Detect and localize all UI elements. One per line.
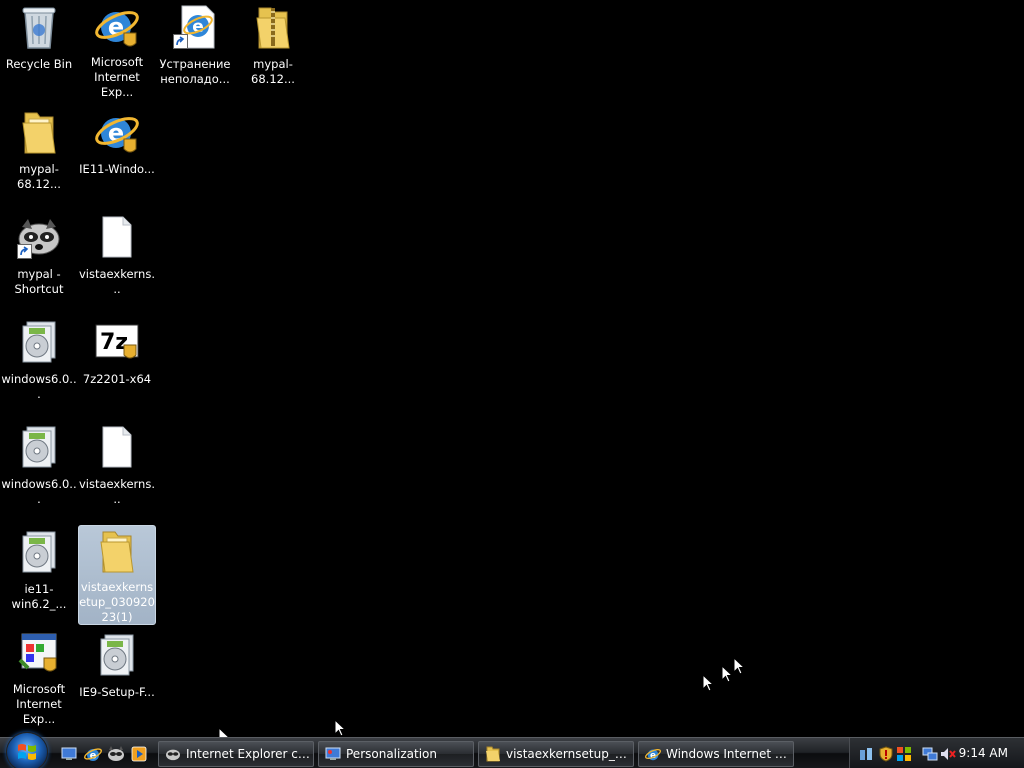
icon-label: mypal-68.12... [17,162,61,191]
volume-muted-icon[interactable] [940,746,956,762]
zip-folder-icon [249,3,297,51]
desktop-icon-ie11-win62[interactable]: ie11-win6.2_... [0,525,78,625]
ie-document-icon: e [171,3,219,51]
taskbar: e Internet Explorer с п... Personalizati… [0,732,1024,768]
icon-label: vistaexkerns... [78,477,155,506]
desktop-icon-recycle-bin[interactable]: Recycle Bin [0,0,78,100]
start-button[interactable] [6,732,48,768]
shortcut-arrow-icon [17,244,32,259]
icon-label: IE9-Setup-F... [79,685,155,699]
icon-label: Recycle Bin [5,57,73,71]
folder-icon [485,746,501,762]
quick-launch-mypal[interactable] [107,745,125,763]
blank-file-icon [93,423,141,471]
mouse-cursor-icon [733,657,745,675]
installer-package-icon [15,423,63,471]
media-player-icon [131,746,147,762]
icon-label: Microsoft Internet Exp... [12,682,66,726]
clock[interactable]: 9:14 AM [959,746,1008,760]
7zip-icon: 7z [93,318,141,366]
icon-label: vistaexkerns... [78,267,155,296]
shortcut-arrow-icon [173,34,188,49]
desktop-icon-ie11-windows[interactable]: e IE11-Windo... [78,105,156,205]
taskbar-button-label: Personalization [346,747,437,761]
taskbar-button-personalization[interactable]: Personalization [318,741,474,767]
desktop-icon-7zip[interactable]: 7z 7z2201-x64 [78,315,156,415]
taskbar-button-internet-explorer-mypal[interactable]: Internet Explorer с п... [158,741,314,767]
setup-window-icon [15,631,63,676]
desktop-icon-mypal-folder[interactable]: mypal-68.12... [0,105,78,205]
installer-package-icon [15,318,63,366]
icon-label: Устранение неполадо... [159,57,231,86]
icon-label: Microsoft Internet Exp... [90,55,144,99]
desktop-icon-vistaexkernsetup-folder[interactable]: vistaexkernsetup_03092023(1) [78,525,156,625]
internet-explorer-icon: e [93,3,141,49]
quick-launch-internet-explorer[interactable]: e [84,745,102,763]
icon-label: mypal - Shortcut [14,267,64,296]
raccoon-icon [108,746,124,761]
installer-package-icon [93,631,141,679]
icon-label: IE11-Windo... [79,162,155,176]
desktop-icon-vistaexkerns-a[interactable]: vistaexkerns... [78,210,156,310]
internet-explorer-icon: e [645,746,661,762]
monitor-icon [325,746,341,762]
quick-launch-media-player[interactable] [130,745,148,763]
taskbar-button-label: Internet Explorer с п... [186,747,313,761]
icon-label: windows6.0... [1,372,77,401]
mouse-cursor-icon [702,674,714,692]
windows-flag-icon[interactable] [896,746,912,762]
blank-file-icon [93,213,141,261]
security-shield-icon[interactable] [878,746,894,762]
icon-label: windows6.0... [1,477,77,506]
desktop-icon-windows6-a[interactable]: windows6.0... [0,315,78,415]
network-status-icon[interactable] [858,746,874,762]
taskbar-button-windows-internet-explorer[interactable]: e Windows Internet Ex... [638,741,794,767]
desktop[interactable]: Recycle Bin mypal-68.12... mypal - Short… [0,0,1024,745]
folder-icon [15,108,63,156]
icon-label: vistaexkernsetup_03092023(1) [79,580,155,624]
desktop-icon-vistaexkerns-b[interactable]: vistaexkerns... [78,420,156,520]
icon-label: 7z2201-x64 [82,372,152,386]
recycle-bin-icon [15,3,63,51]
taskbar-button-label: vistaexkernsetup_03... [506,747,633,761]
taskbar-button-vistaexkernsetup-folder[interactable]: vistaexkernsetup_03... [478,741,634,767]
installer-package-icon [15,528,63,576]
folder-icon [93,528,141,574]
desktop-icon-windows6-b[interactable]: windows6.0... [0,420,78,520]
desktop-icon-microsoft-internet-explorer[interactable]: e Microsoft Internet Exp... [78,0,156,100]
mouse-cursor-icon [334,719,346,737]
icon-label: mypal-68.12... [251,57,295,86]
internet-explorer-icon: e [93,108,141,156]
raccoon-icon [165,746,181,762]
show-desktop-icon [61,747,77,760]
internet-explorer-icon: e [84,748,102,762]
desktop-icon-ie9-setup[interactable]: IE9-Setup-F... [78,628,156,728]
desktop-icon-mypal-zip[interactable]: mypal-68.12... [234,0,312,100]
taskbar-button-label: Windows Internet Ex... [666,747,793,761]
quick-launch-show-desktop[interactable] [60,745,78,763]
desktop-icon-mypal-shortcut[interactable]: mypal - Shortcut [0,210,78,310]
windows-flag-icon [18,744,36,760]
mouse-cursor-icon [721,665,733,683]
network-icon[interactable] [922,746,938,762]
icon-label: ie11-win6.2_... [11,582,67,611]
system-tray: 9:14 AM [849,738,1024,768]
desktop-icon-ie-setup-window[interactable]: Microsoft Internet Exp... [0,628,78,728]
raccoon-icon [15,213,63,261]
desktop-icon-troubleshooting[interactable]: e Устранение неполадо... [156,0,234,100]
